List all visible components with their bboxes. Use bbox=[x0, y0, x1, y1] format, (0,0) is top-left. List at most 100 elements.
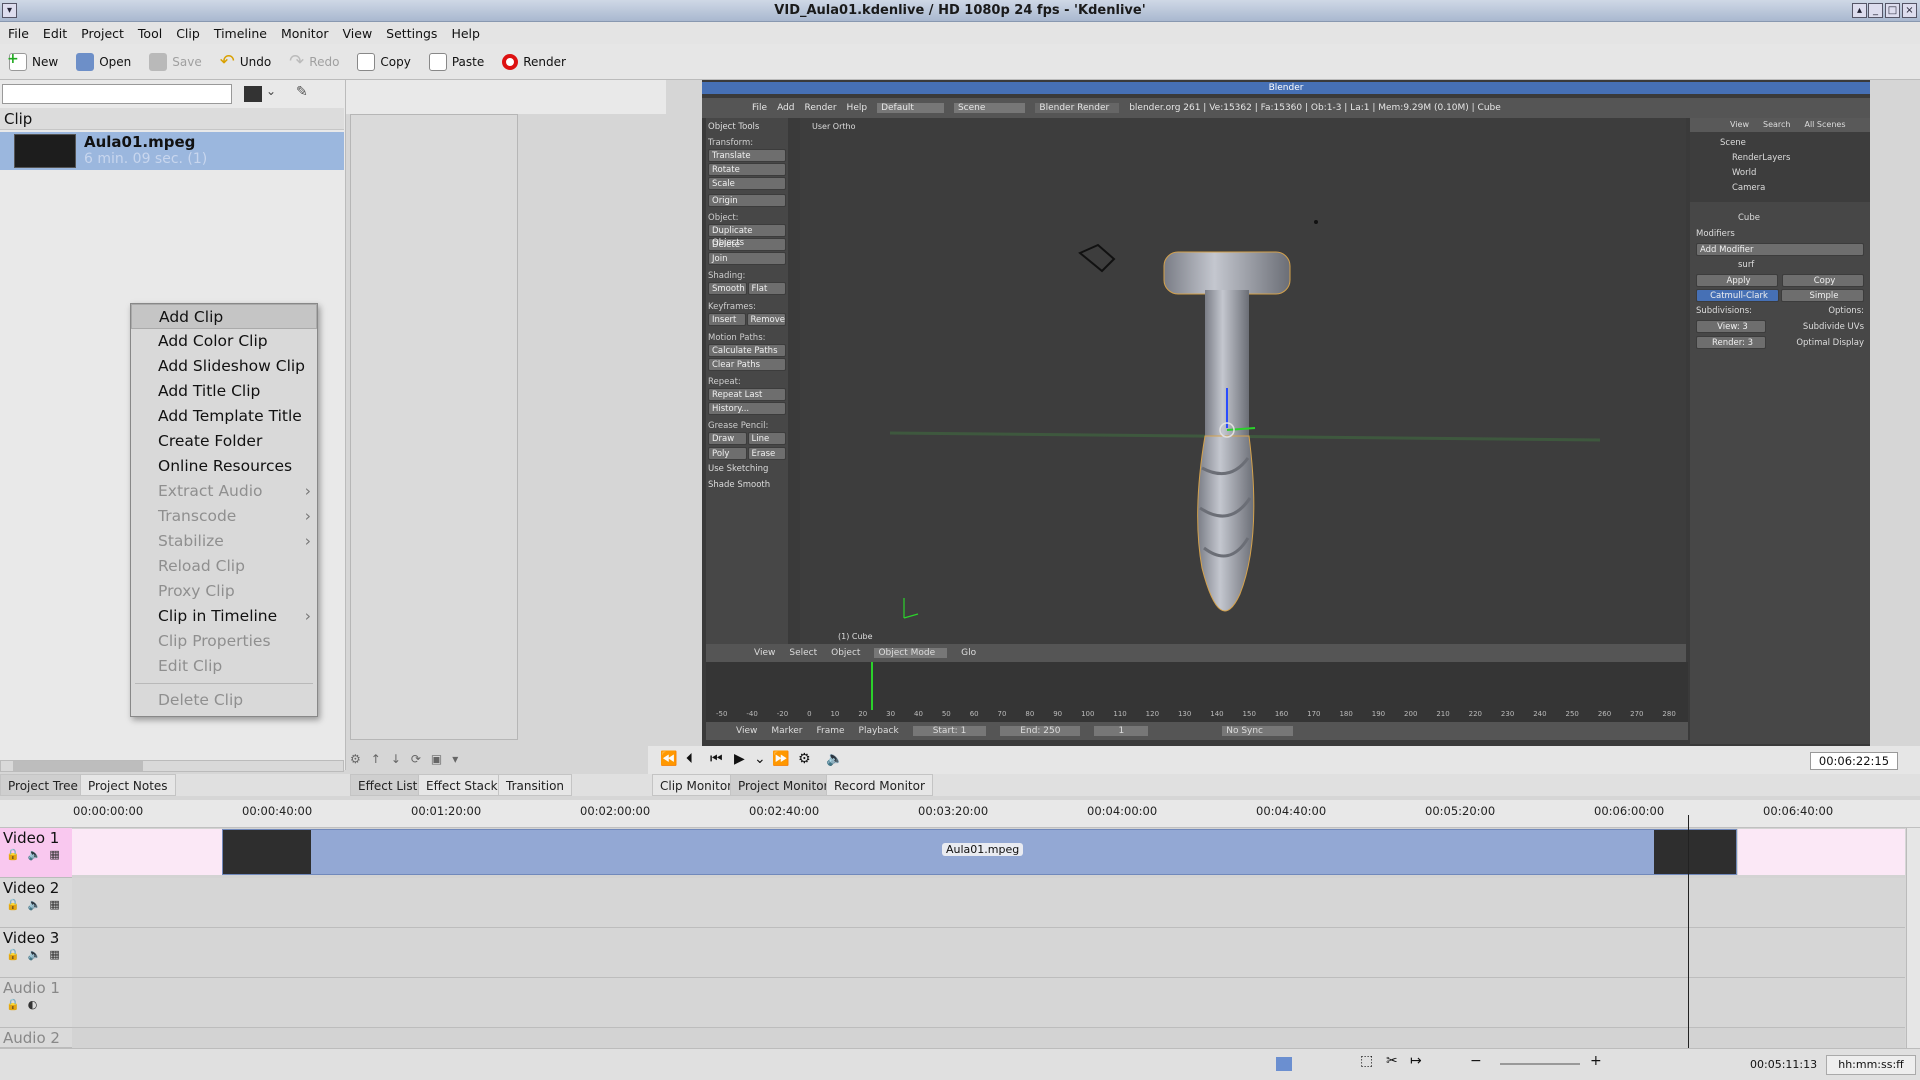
track-controls-icons[interactable]: 🔒🔈▦ bbox=[0, 948, 72, 961]
track-controls-icons[interactable]: 🔒🔈▦ bbox=[0, 898, 72, 911]
tab-project-notes[interactable]: Project Notes bbox=[80, 774, 176, 796]
menu-item-add-clip[interactable]: Add Clip bbox=[131, 304, 317, 329]
skip-back-icon[interactable]: ⏮ bbox=[710, 751, 723, 767]
menu-item-stabilize[interactable]: Stabilize › bbox=[131, 529, 317, 554]
menu-item-extract-audio[interactable]: Extract Audio › bbox=[131, 479, 317, 504]
bl-copy: Copy bbox=[1782, 274, 1864, 287]
tab-record-monitor[interactable]: Record Monitor bbox=[826, 774, 933, 796]
track-row-video1-empty[interactable] bbox=[72, 829, 222, 875]
menu-item-reload-clip[interactable]: Reload Clip bbox=[131, 554, 317, 579]
menu-file[interactable]: File bbox=[8, 26, 29, 41]
tab-project-monitor[interactable]: Project Monitor bbox=[730, 774, 837, 796]
paste-button[interactable]: Paste bbox=[426, 48, 487, 76]
menu-item-create-folder[interactable]: Create Folder bbox=[131, 429, 317, 454]
menu-separator bbox=[135, 683, 313, 684]
clip-end-thumbnail bbox=[1654, 830, 1736, 874]
rewind-icon[interactable]: ⏪ bbox=[660, 751, 677, 767]
new-label: New bbox=[32, 54, 59, 69]
menu-item-add-color-clip[interactable]: Add Color Clip bbox=[131, 329, 317, 354]
selection-tool-icon[interactable]: ⬚ bbox=[1360, 1053, 1373, 1069]
play-icon[interactable]: ▶ bbox=[734, 751, 745, 767]
volume-icon[interactable]: 🔈 bbox=[826, 751, 843, 767]
menu-item-clip-in-timeline[interactable]: Clip in Timeline › bbox=[131, 604, 317, 629]
menu-item-add-template-title[interactable]: Add Template Title bbox=[131, 404, 317, 429]
chevron-down-icon[interactable]: ⌄ bbox=[266, 84, 276, 98]
tab-effect-stack[interactable]: Effect Stack bbox=[418, 774, 506, 796]
timecode-format-select[interactable]: hh:mm:ss:ff bbox=[1826, 1055, 1916, 1075]
new-button[interactable]: + New bbox=[6, 48, 61, 76]
zoom-out-icon[interactable]: − bbox=[1470, 1053, 1482, 1069]
save-button[interactable]: Save bbox=[146, 48, 204, 76]
maximize-icon[interactable]: □ bbox=[1885, 3, 1900, 18]
menu-item-clip-properties[interactable]: Clip Properties bbox=[131, 629, 317, 654]
bl-flat: Flat bbox=[747, 282, 786, 295]
menu-item-transcode[interactable]: Transcode › bbox=[131, 504, 317, 529]
menu-settings[interactable]: Settings bbox=[386, 26, 437, 41]
forward-icon[interactable]: ⏩ bbox=[772, 751, 789, 767]
menu-item-delete-clip[interactable]: Delete Clip bbox=[131, 688, 317, 713]
undo-button[interactable]: ↶ Undo bbox=[217, 48, 274, 76]
edit-icon[interactable]: ✎ bbox=[296, 84, 308, 100]
track-controls-icons[interactable]: 🔒🔈▦ bbox=[0, 848, 72, 861]
paste-icon bbox=[428, 52, 447, 71]
bin-clip-item[interactable]: Aula01.mpeg 6 min. 09 sec. (1) bbox=[0, 132, 344, 170]
menu-project[interactable]: Project bbox=[81, 26, 124, 41]
zoom-slider[interactable] bbox=[1500, 1063, 1580, 1065]
menu-item-online-resources[interactable]: Online Resources bbox=[131, 454, 317, 479]
menu-item-add-slideshow-clip[interactable]: Add Slideshow Clip bbox=[131, 354, 317, 379]
menu-item-proxy-clip[interactable]: Proxy Clip bbox=[131, 579, 317, 604]
track-header-video3[interactable]: Video 3 🔒🔈▦ bbox=[0, 928, 72, 978]
new-document-icon: + bbox=[7, 51, 27, 71]
bin-horizontal-scrollbar[interactable] bbox=[0, 760, 344, 772]
video-thumbnails-icon[interactable] bbox=[1276, 1057, 1292, 1071]
prev-frame-icon[interactable]: ⏴ bbox=[686, 751, 693, 767]
monitor-timecode[interactable]: 00:06:22:15 bbox=[1810, 752, 1898, 770]
play-menu-icon[interactable]: ⌄ bbox=[754, 751, 766, 767]
menu-monitor[interactable]: Monitor bbox=[281, 26, 329, 41]
track-header-video2[interactable]: Video 2 🔒🔈▦ bbox=[0, 878, 72, 928]
track-header-video1[interactable]: Video 1 🔒🔈▦ bbox=[0, 828, 72, 878]
track-row-audio1[interactable] bbox=[72, 978, 1905, 1028]
bl-subdivisions: Subdivisions: bbox=[1696, 306, 1752, 316]
copy-button[interactable]: Copy bbox=[354, 48, 413, 76]
settings-icon[interactable]: ⚙ bbox=[798, 751, 811, 767]
redo-button[interactable]: ↷ Redo bbox=[286, 48, 342, 76]
bin-column-header[interactable]: Clip bbox=[0, 108, 344, 130]
menu-edit[interactable]: Edit bbox=[43, 26, 67, 41]
timeline-playhead[interactable] bbox=[1688, 815, 1689, 1048]
menu-clip[interactable]: Clip bbox=[176, 26, 200, 41]
tab-clip-monitor[interactable]: Clip Monitor bbox=[652, 774, 741, 796]
menu-item-edit-clip[interactable]: Edit Clip bbox=[131, 654, 317, 679]
menu-tool[interactable]: Tool bbox=[138, 26, 162, 41]
timeline-ruler[interactable]: 00:00:00:00 00:00:40:00 00:01:20:00 00:0… bbox=[0, 800, 1920, 828]
razor-tool-icon[interactable]: ✂ bbox=[1386, 1053, 1398, 1069]
tab-transition[interactable]: Transition bbox=[498, 774, 573, 796]
window-menu-icon[interactable]: ▾ bbox=[2, 3, 17, 18]
timeline-vertical-scrollbar[interactable] bbox=[1906, 828, 1920, 1048]
track-row-video1-empty[interactable] bbox=[1738, 829, 1905, 875]
open-button[interactable]: Open bbox=[73, 48, 134, 76]
blender-tick-label: 140 bbox=[1210, 710, 1224, 718]
effect-toolbar-icons[interactable]: ⚙↑↓⟳▣▾ bbox=[350, 752, 468, 766]
track-row-video2[interactable] bbox=[72, 878, 1905, 928]
render-button[interactable]: Render bbox=[499, 48, 569, 76]
close-icon[interactable]: × bbox=[1902, 3, 1917, 18]
tab-effect-list[interactable]: Effect List bbox=[350, 774, 426, 796]
shade-icon[interactable]: _ bbox=[1868, 3, 1883, 18]
track-header-audio1[interactable]: Audio 1 🔒◐ bbox=[0, 978, 72, 1028]
tab-project-tree[interactable]: Project Tree bbox=[0, 774, 86, 796]
minimize-icon[interactable]: ▴ bbox=[1852, 3, 1867, 18]
bin-search-input[interactable] bbox=[2, 84, 232, 104]
add-clip-icon[interactable] bbox=[244, 86, 262, 102]
track-row-video3[interactable] bbox=[72, 928, 1905, 978]
track-controls-icons[interactable]: 🔒◐ bbox=[0, 998, 72, 1011]
menu-item-add-title-clip[interactable]: Add Title Clip bbox=[131, 379, 317, 404]
zoom-in-icon[interactable]: + bbox=[1590, 1053, 1602, 1069]
bl-tl-end: End: 250 bbox=[1000, 726, 1081, 736]
track-header-audio2[interactable]: Audio 2 bbox=[0, 1028, 72, 1048]
spacer-tool-icon[interactable]: ↦ bbox=[1410, 1053, 1422, 1069]
menu-timeline[interactable]: Timeline bbox=[214, 26, 267, 41]
menu-help[interactable]: Help bbox=[451, 26, 480, 41]
ruler-tick-label: 00:00:40:00 bbox=[242, 804, 313, 818]
menu-view[interactable]: View bbox=[343, 26, 373, 41]
